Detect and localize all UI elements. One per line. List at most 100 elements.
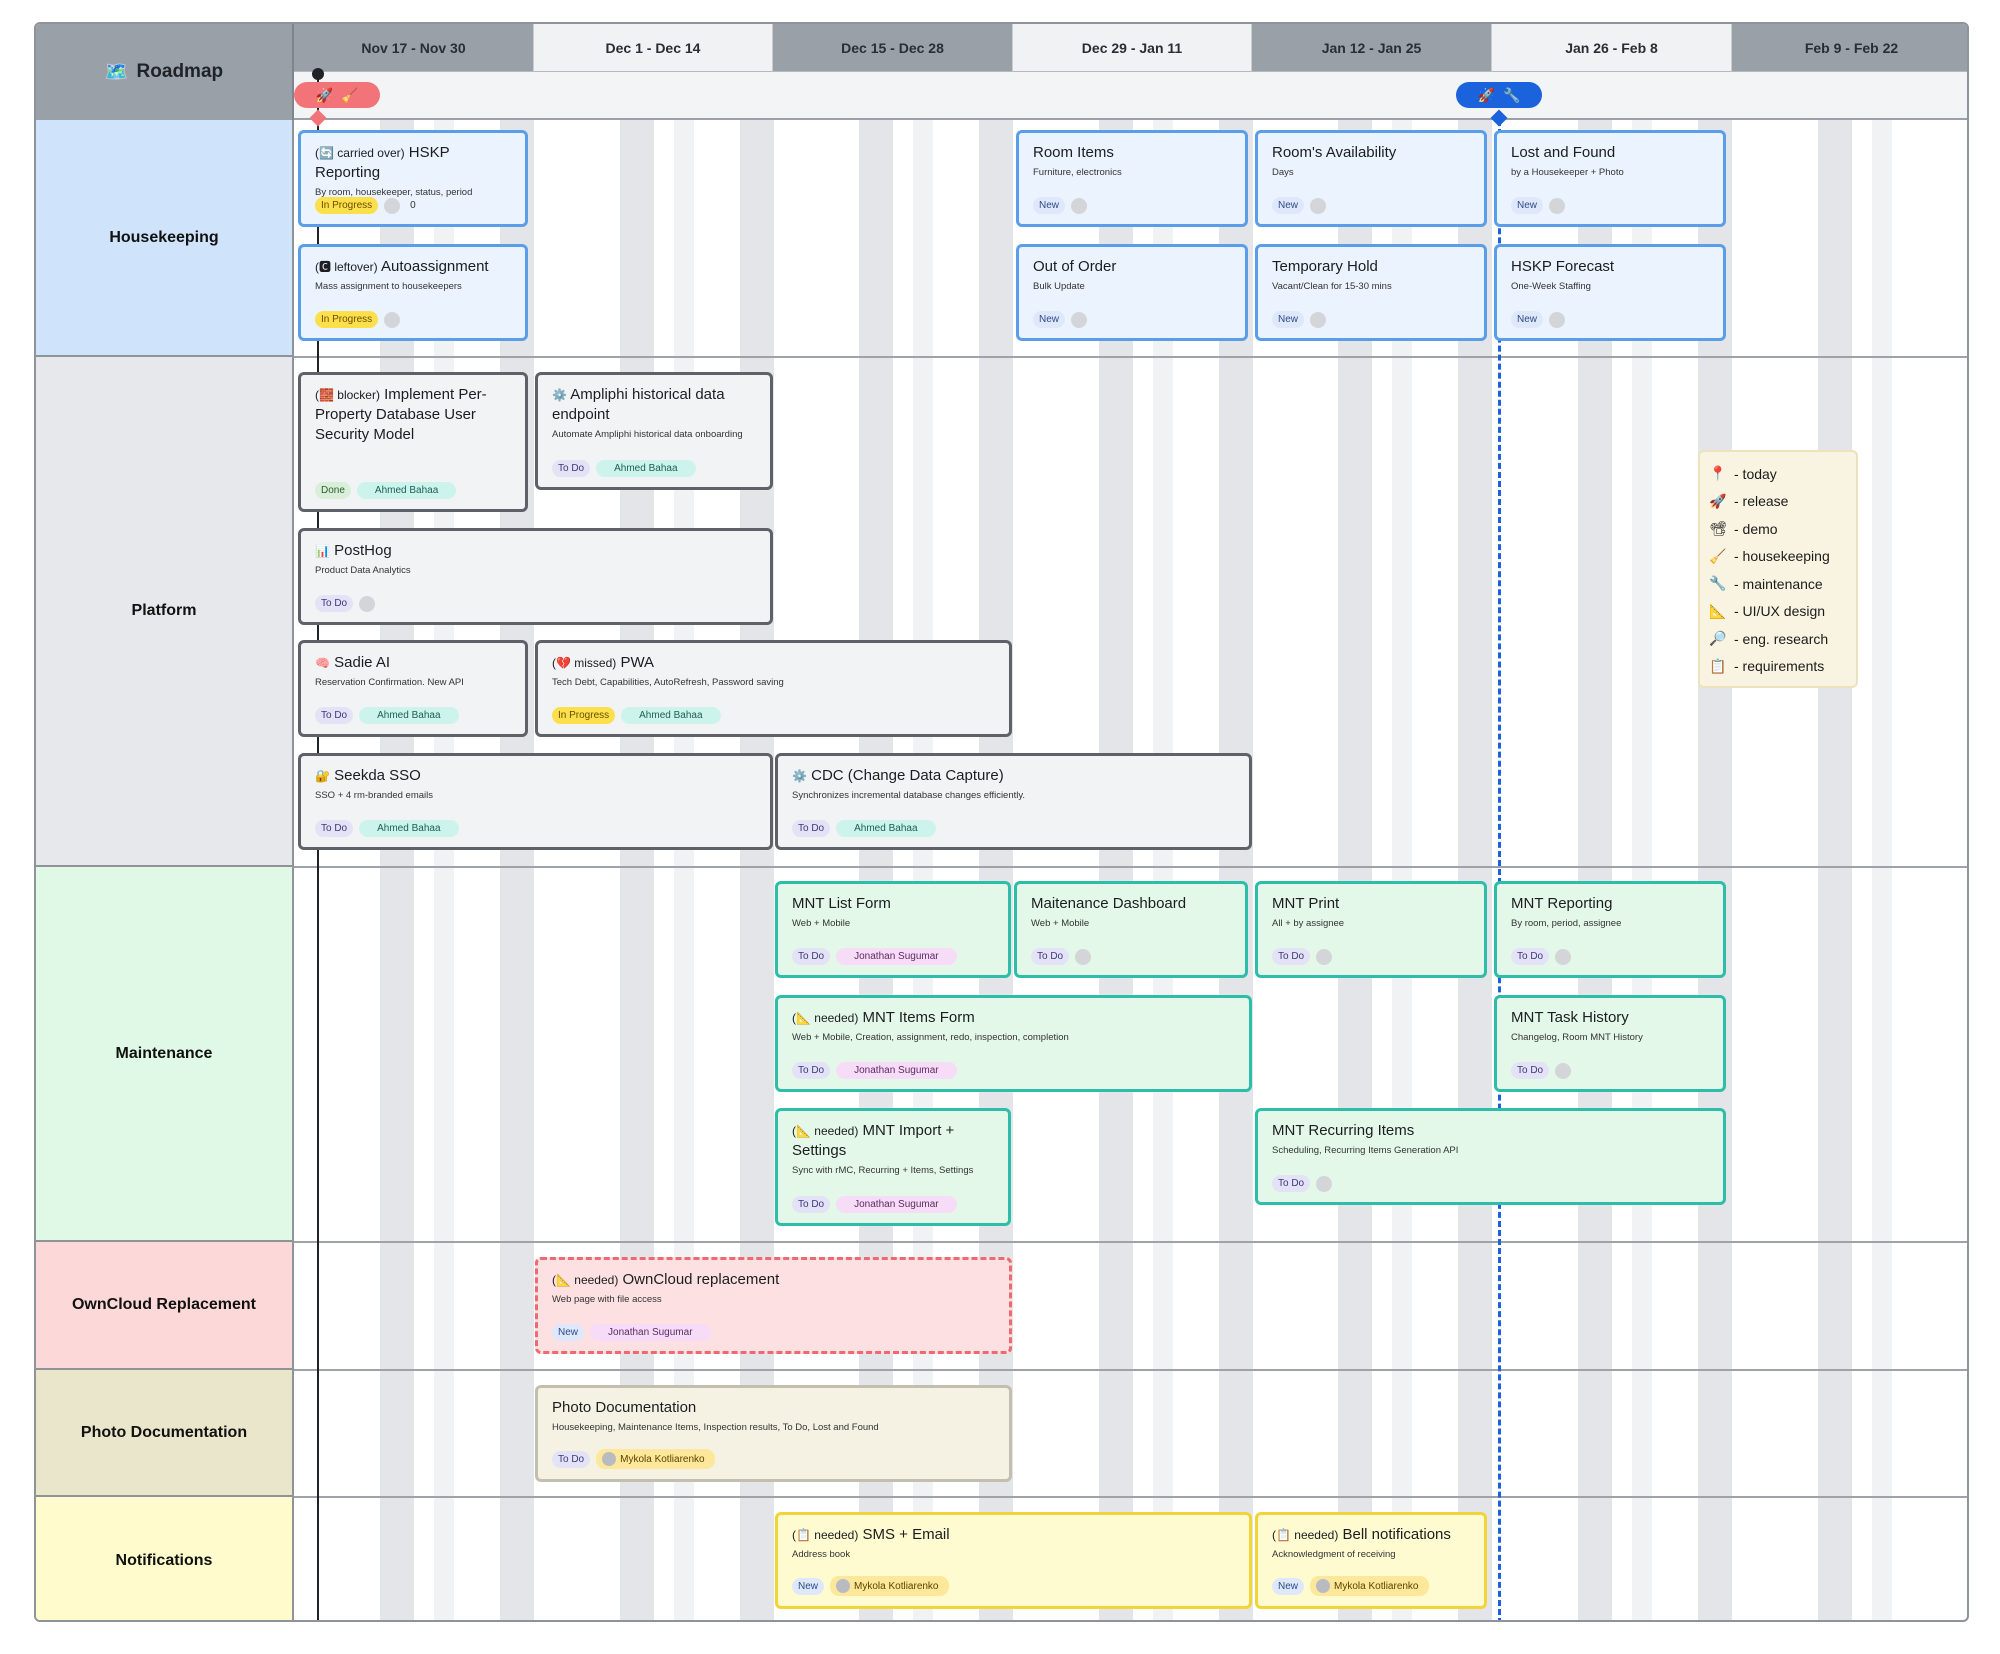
roadmap-card[interactable]: (📋 needed) SMS + Email Address book New Myk… xyxy=(775,1512,1252,1609)
avatar-placeholder[interactable] xyxy=(384,197,401,214)
avatar-placeholder[interactable] xyxy=(1316,1175,1333,1192)
avatar-placeholder[interactable] xyxy=(1071,197,1088,214)
assignee-badge[interactable]: Jonathan Sugumar xyxy=(836,1062,957,1079)
card-title-text: Sadie AI xyxy=(334,654,391,671)
avatar-placeholder[interactable] xyxy=(1310,197,1327,214)
roadmap-card[interactable]: ⚙️ Ampliphi historical data endpoint Auto… xyxy=(535,372,773,490)
status-badge[interactable]: New xyxy=(1511,197,1544,214)
status-badge[interactable]: To Do xyxy=(315,707,354,724)
status-badge[interactable]: To Do xyxy=(1511,948,1550,965)
roadmap-card[interactable]: MNT Task History Changelog, Room MNT Hist… xyxy=(1494,995,1726,1092)
roadmap-card[interactable]: 🔐 Seekda SSO SSO + 4 rm-branded emails To … xyxy=(298,753,773,850)
roadmap-card[interactable]: Maitenance Dashboard Web + Mobile To Do xyxy=(1014,881,1248,978)
roadmap-card[interactable]: ⚙️ CDC (Change Data Capture) Synchronizes… xyxy=(775,753,1252,850)
legend-item: 📋 - requirements xyxy=(1708,653,1848,681)
assignee-badge[interactable]: Jonathan Sugumar xyxy=(590,1324,711,1341)
assignee-badge[interactable]: Ahmed Bahaa xyxy=(359,707,459,724)
roadmap-card[interactable]: MNT Print All + by assignee To Do xyxy=(1255,881,1487,978)
avatar-placeholder[interactable] xyxy=(1549,197,1566,214)
avatar-placeholder[interactable] xyxy=(359,595,376,612)
status-badge[interactable]: In Progress xyxy=(315,311,379,328)
assignee-badge[interactable]: Ahmed Bahaa xyxy=(621,707,721,724)
card-title: 🔐 Seekda SSO xyxy=(315,766,756,786)
status-badge[interactable]: New xyxy=(1511,311,1544,328)
avatar-placeholder[interactable] xyxy=(1075,948,1092,965)
assignee-badge[interactable]: Ahmed Bahaa xyxy=(356,482,457,499)
roadmap-card[interactable]: MNT Reporting By room, period, assignee To… xyxy=(1494,881,1726,978)
roadmap-card[interactable]: Photo Documentation Housekeeping, Mainten… xyxy=(535,1385,1012,1482)
status-badge[interactable]: New xyxy=(1033,311,1066,328)
status-badge[interactable]: To Do xyxy=(792,1062,831,1079)
card-title-text: MNT Items Form xyxy=(862,1009,975,1026)
avatar-placeholder[interactable] xyxy=(1316,948,1333,965)
assignee-badge[interactable]: Jonathan Sugumar xyxy=(836,948,957,965)
avatar-placeholder[interactable] xyxy=(384,311,401,328)
status-badge[interactable]: In Progress xyxy=(315,197,379,214)
assignee-badge[interactable]: Ahmed Bahaa xyxy=(596,460,696,477)
status-badge[interactable]: New xyxy=(1272,1577,1305,1595)
assignee-badge[interactable]: Ahmed Bahaa xyxy=(359,820,459,837)
status-badge[interactable]: In Progress xyxy=(552,707,616,724)
card-tags: To Do xyxy=(1031,948,1092,965)
lane-owncloud: OwnCloud Replacement xyxy=(36,1242,294,1370)
status-badge[interactable]: To Do xyxy=(1031,948,1070,965)
status-badge[interactable]: To Do xyxy=(792,948,831,965)
weekend-band xyxy=(1219,120,1253,1620)
roadmap-card[interactable]: HSKP Forecast One-Week Staffing New xyxy=(1494,244,1726,341)
roadmap-card[interactable]: Room's Availability Days New xyxy=(1255,130,1487,227)
roadmap-card[interactable]: MNT List Form Web + Mobile To Do Jonathan S… xyxy=(775,881,1011,978)
avatar-placeholder[interactable] xyxy=(1555,948,1572,965)
roadmap-card[interactable]: 🧠 Sadie AI Reservation Confirmation. New … xyxy=(298,640,528,737)
card-title-text: MNT Print xyxy=(1272,895,1340,912)
roadmap-card[interactable]: 📊 PostHog Product Data Analytics To Do xyxy=(298,528,773,625)
avatar-placeholder[interactable] xyxy=(1310,311,1327,328)
milestone-pill[interactable]: 🚀 🔧 xyxy=(1456,82,1542,108)
status-badge[interactable]: To Do xyxy=(552,1450,591,1468)
legend-item: 🔧 - maintenance xyxy=(1708,570,1848,598)
card-title: (🔄 carried over) HSKP Reporting xyxy=(315,143,511,183)
roadmap-card[interactable]: MNT Recurring Items Scheduling, Recurring… xyxy=(1255,1108,1726,1205)
roadmap-card[interactable]: (🅲 leftover) Autoassignment Mass assignme… xyxy=(298,244,528,341)
assignee-badge[interactable]: Jonathan Sugumar xyxy=(836,1196,957,1213)
triangle-ruler-icon: 📐 xyxy=(1709,602,1727,619)
roadmap-card[interactable]: (📐 needed) MNT Import + Settings Sync wit… xyxy=(775,1108,1011,1226)
status-badge[interactable]: New xyxy=(1272,311,1305,328)
roadmap-card[interactable]: (💔 missed) PWA Tech Debt, Capabilities, A… xyxy=(535,640,1012,737)
roadmap-card[interactable]: Temporary Hold Vacant/Clean for 15-30 min… xyxy=(1255,244,1487,341)
roadmap-card[interactable]: Lost and Found by a Housekeeper + Photo Ne… xyxy=(1494,130,1726,227)
status-badge[interactable]: New xyxy=(552,1324,585,1341)
assignee-badge[interactable]: Mykola Kotliarenko xyxy=(596,1449,715,1469)
roadmap-card[interactable]: Out of Order Bulk Update New xyxy=(1016,244,1248,341)
roadmap-card[interactable]: (🔄 carried over) HSKP Reporting By room, … xyxy=(298,130,528,227)
status-badge[interactable]: New xyxy=(1033,197,1066,214)
assignee-badge[interactable]: Ahmed Bahaa xyxy=(836,820,936,837)
status-badge[interactable]: To Do xyxy=(1272,1175,1311,1192)
status-badge[interactable]: To Do xyxy=(1272,948,1311,965)
status-badge[interactable]: New xyxy=(1272,197,1305,214)
assignee-badge[interactable]: Mykola Kotliarenko xyxy=(830,1576,949,1596)
status-badge[interactable]: To Do xyxy=(792,820,831,837)
status-badge[interactable]: To Do xyxy=(315,820,354,837)
card-title-text: Maitenance Dashboard xyxy=(1031,895,1187,912)
assignee-badge[interactable]: Mykola Kotliarenko xyxy=(1310,1576,1429,1596)
status-badge[interactable]: New xyxy=(792,1577,825,1595)
card-title: MNT Print xyxy=(1272,894,1470,914)
status-badge[interactable]: Done xyxy=(315,482,351,499)
roadmap-card[interactable]: Room Items Furniture, electronics New xyxy=(1016,130,1248,227)
avatar-placeholder[interactable] xyxy=(1071,311,1088,328)
avatar xyxy=(602,1452,617,1466)
status-badge[interactable]: To Do xyxy=(1511,1062,1550,1079)
milestone-pill[interactable]: 🚀 🧹 xyxy=(294,82,380,108)
status-badge[interactable]: To Do xyxy=(792,1196,831,1213)
lane-label: Platform xyxy=(131,602,197,619)
roadmap-card[interactable]: (📋 needed) Bell notifications Acknowledgm… xyxy=(1255,1512,1487,1609)
status-badge[interactable]: To Do xyxy=(315,595,354,612)
roadmap-card[interactable]: (📐 needed) MNT Items Form Web + Mobile, C… xyxy=(775,995,1252,1092)
roadmap-card[interactable]: (🧱 blocker) Implement Per-Property Datab… xyxy=(298,372,528,512)
card-subtitle: All + by assignee xyxy=(1272,918,1345,929)
avatar-placeholder[interactable] xyxy=(1555,1062,1572,1079)
roadmap-card[interactable]: (📐 needed) OwnCloud replacement Web page … xyxy=(535,1257,1012,1354)
status-badge[interactable]: To Do xyxy=(552,460,591,477)
avatar-placeholder[interactable] xyxy=(1549,311,1566,328)
card-title: (📋 needed) SMS + Email xyxy=(792,1525,1235,1545)
